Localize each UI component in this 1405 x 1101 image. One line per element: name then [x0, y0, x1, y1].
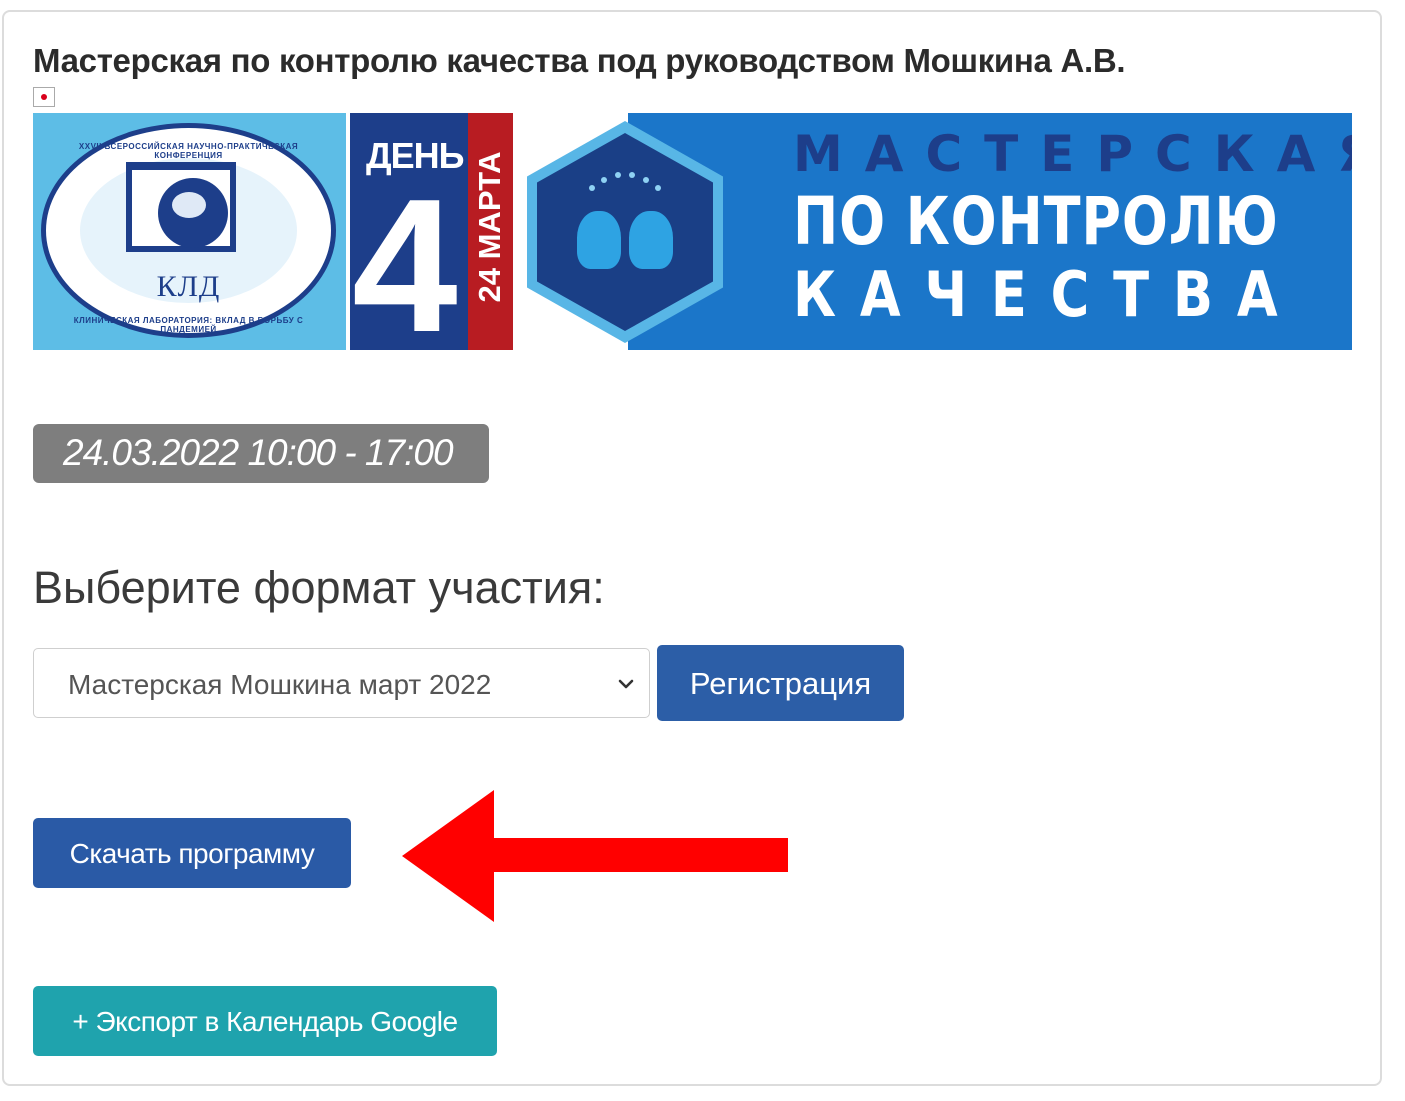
participation-format-select[interactable]: Мастерская Мошкина март 2022 [33, 648, 650, 718]
event-datetime-badge: 24.03.2022 10:00 - 17:00 [33, 424, 489, 483]
download-program-button[interactable]: Скачать программу [33, 818, 351, 888]
banner-day-block: ДЕНЬ 4 [350, 113, 468, 350]
banner-date-strip: 24 МАРТА [468, 113, 513, 350]
register-button[interactable]: Регистрация [657, 645, 904, 721]
event-title: Мастерская по контролю качества под руко… [33, 42, 1126, 79]
logo-text: КЛД [156, 270, 221, 303]
head-left-icon [577, 211, 621, 269]
banner-date: 24 МАРТА [472, 151, 507, 303]
banner-title-line2: ПО КОНТРОЛЮ [793, 183, 1279, 260]
google-calendar-export-button[interactable]: + Экспорт в Календарь Google [33, 986, 497, 1056]
arrow-left-icon [402, 790, 788, 922]
banner-title-line1: МАСТЕРСКАЯ [793, 125, 1352, 183]
dots-arc [589, 171, 661, 193]
conference-logo: XXVII ВСЕРОССИЙСКАЯ НАУЧНО-ПРАКТИЧЕСКАЯ … [41, 123, 336, 338]
banner-title-line3: КАЧЕСТВА [793, 258, 1302, 331]
logo-ring-bottom-text: КЛИНИЧЕСКАЯ ЛАБОРАТОРИЯ: ВКЛАД В БОРЬБУ … [73, 316, 304, 334]
day-number: 4 [352, 160, 458, 350]
banner-title: МАСТЕРСКАЯ ПО КОНТРОЛЮ КАЧЕСТВА [793, 123, 1352, 331]
broken-image-icon [33, 87, 55, 107]
format-heading: Выберите формат участия: [33, 562, 605, 613]
select-value: Мастерская Мошкина март 2022 [68, 669, 492, 700]
chevron-down-icon [618, 679, 634, 689]
globe-icon [158, 178, 228, 248]
head-right-icon [629, 211, 673, 269]
event-banner: XXVII ВСЕРОССИЙСКАЯ НАУЧНО-ПРАКТИЧЕСКАЯ … [33, 113, 1352, 350]
